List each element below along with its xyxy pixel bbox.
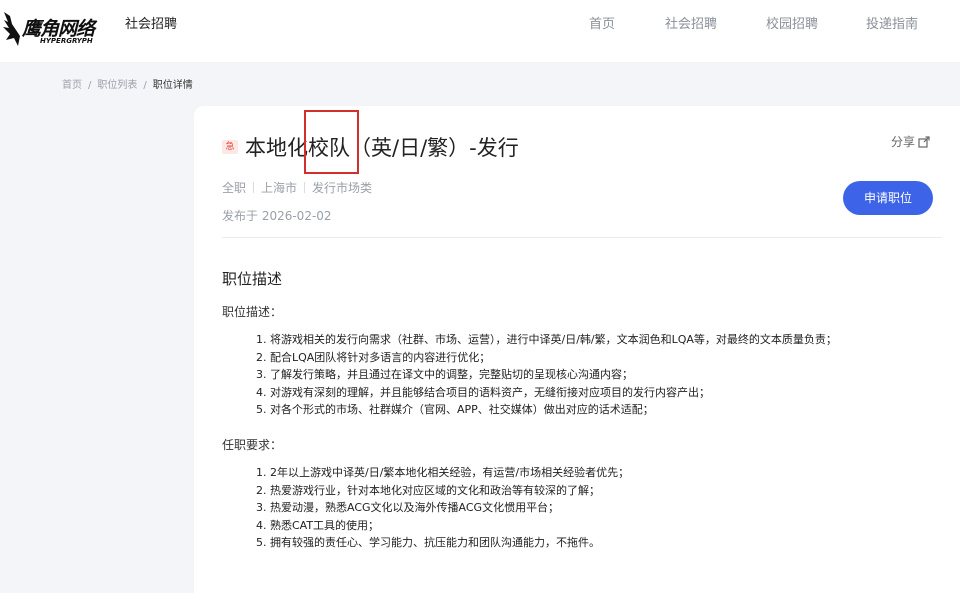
share-icon (918, 136, 930, 148)
meta-divider (304, 182, 306, 193)
job-category: 发行市场类 (312, 181, 373, 195)
list-item: 3. 了解发行策略，并且通过在译文中的调整，完整贴切的呈现核心沟通内容； (256, 368, 633, 381)
duties-label: 职位描述： (222, 305, 283, 319)
breadcrumb-current: 职位详情 (152, 80, 193, 91)
job-title: 本地化校队（英/日/繁）-发行 (245, 136, 519, 160)
nav-home[interactable]: 首页 (589, 13, 615, 32)
meta-divider (253, 182, 255, 193)
breadcrumb: 首页 / 职位列表 / 职位详情 (62, 76, 193, 91)
posted-date: 发布于 2026-02-02 (222, 209, 332, 223)
breadcrumb-job-list[interactable]: 职位列表 (97, 80, 137, 91)
list-item: 5. 对各个形式的市场、社群媒介（官网、APP、社交媒体）做出对应的话术适配； (256, 403, 654, 416)
list-item: 2. 热爱游戏行业，针对本地化对应区域的文化和政治等有较深的了解； (256, 483, 600, 497)
divider (222, 237, 942, 238)
job-meta: 全职 上海市 发行市场类 (222, 179, 372, 196)
section-title-description: 职位描述 (222, 270, 283, 288)
list-item: 4. 熟悉CAT工具的使用； (256, 518, 380, 532)
requirements-list: 1. 2年以上游戏中译英/日/繁本地化相关经验，有运营/市场相关经验者优先； 2… (256, 464, 629, 552)
list-item: 1. 2年以上游戏中译英/日/繁本地化相关经验，有运营/市场相关经验者优先； (256, 466, 630, 479)
job-detail-card: 急 本地化校队（英/日/繁）-发行 分享 全职 上海市 发行市场类 申请职位 发布于… (194, 106, 960, 593)
list-item: 1. 将游戏相关的发行向需求（社群、市场、运营），进行中译英/日/韩/繁，文本润… (256, 333, 837, 346)
breadcrumb-home[interactable]: 首页 (62, 80, 82, 91)
job-type: 全职 (222, 181, 247, 195)
list-item: 2. 配合LQA团队将针对多语言的内容进行优化； (256, 350, 491, 364)
requirements-label: 任职要求： (222, 438, 283, 452)
red-highlight-box (304, 110, 359, 174)
apply-button[interactable]: 申请职位 (843, 181, 933, 215)
list-item: 4. 对游戏有深刻的理解，并且能够结合项目的语料资产，无缝衔接对应项目的发行内容… (256, 385, 710, 399)
top-header: 鹰角网络 HYPERGRYPH 社会招聘 首页 社会招聘 校园招聘 投递指南 (0, 0, 960, 62)
breadcrumb-separator: / (143, 80, 147, 91)
list-item: 3. 热爱动漫，熟悉ACG文化以及海外传播ACG文化惯用平台； (256, 501, 560, 514)
duties-list: 1. 将游戏相关的发行向需求（社群、市场、运营），进行中译英/日/韩/繁，文本润… (256, 331, 837, 419)
list-item: 5. 拥有较强的责任心、学习能力、抗压能力和团队沟通能力，不拖件。 (256, 536, 600, 549)
logo-text-en: HYPERGRYPH (40, 37, 93, 45)
urgent-badge: 急 (222, 140, 238, 154)
breadcrumb-separator: / (88, 80, 92, 91)
hypergryph-logo[interactable]: 鹰角网络 HYPERGRYPH (0, 6, 110, 50)
nav-campus-recruitment[interactable]: 校园招聘 (766, 13, 818, 32)
deer-antler-icon (3, 12, 20, 46)
share-button[interactable]: 分享 (891, 133, 930, 150)
nav-social-recruitment[interactable]: 社会招聘 (665, 13, 717, 32)
job-location: 上海市 (261, 181, 298, 195)
site-section-title: 社会招聘 (125, 17, 178, 32)
share-label: 分享 (891, 135, 916, 149)
nav-application-guide[interactable]: 投递指南 (866, 13, 918, 32)
